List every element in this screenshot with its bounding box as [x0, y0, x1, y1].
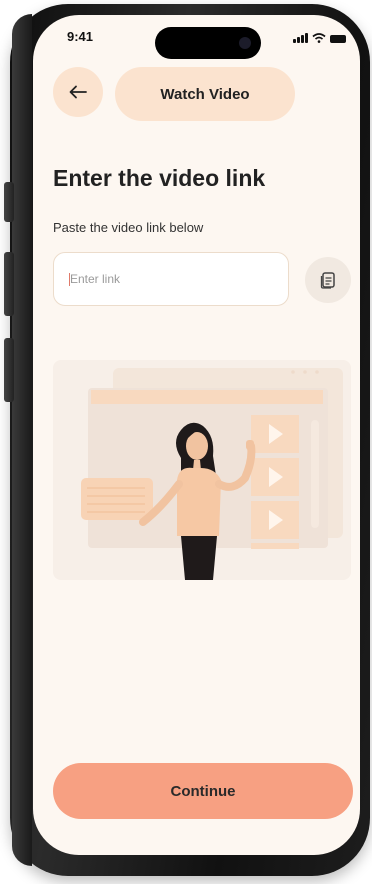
status-bar: 9:41	[33, 15, 360, 59]
action-button	[4, 182, 14, 222]
section-heading: Enter the video link	[53, 165, 266, 191]
status-time: 9:41	[67, 29, 94, 44]
clipboard-icon	[320, 272, 335, 289]
illustration-art	[81, 368, 343, 580]
video-illustration	[53, 360, 351, 580]
input-label: Paste the video link below	[53, 220, 204, 235]
continue-button[interactable]: Continue	[53, 763, 353, 819]
app-screen: 9:41 Watch Video Enter the video link Pa…	[33, 15, 360, 855]
page-title: Watch Video	[115, 67, 295, 121]
video-link-input[interactable]	[53, 252, 289, 306]
wifi-icon	[312, 33, 326, 43]
paste-button[interactable]	[305, 257, 351, 303]
back-button[interactable]	[53, 67, 103, 117]
volume-down-button	[4, 338, 14, 402]
header: Watch Video	[53, 67, 343, 123]
status-icons	[293, 33, 346, 43]
arrow-left-icon	[69, 85, 87, 99]
phone-mockup: 9:41 Watch Video Enter the video link Pa…	[0, 0, 372, 884]
battery-icon	[330, 35, 346, 43]
signal-icon	[293, 33, 308, 43]
phone-edge	[12, 14, 32, 866]
text-caret	[69, 273, 70, 286]
volume-up-button	[4, 252, 14, 316]
dynamic-island	[155, 27, 261, 59]
camera-icon	[239, 37, 251, 49]
